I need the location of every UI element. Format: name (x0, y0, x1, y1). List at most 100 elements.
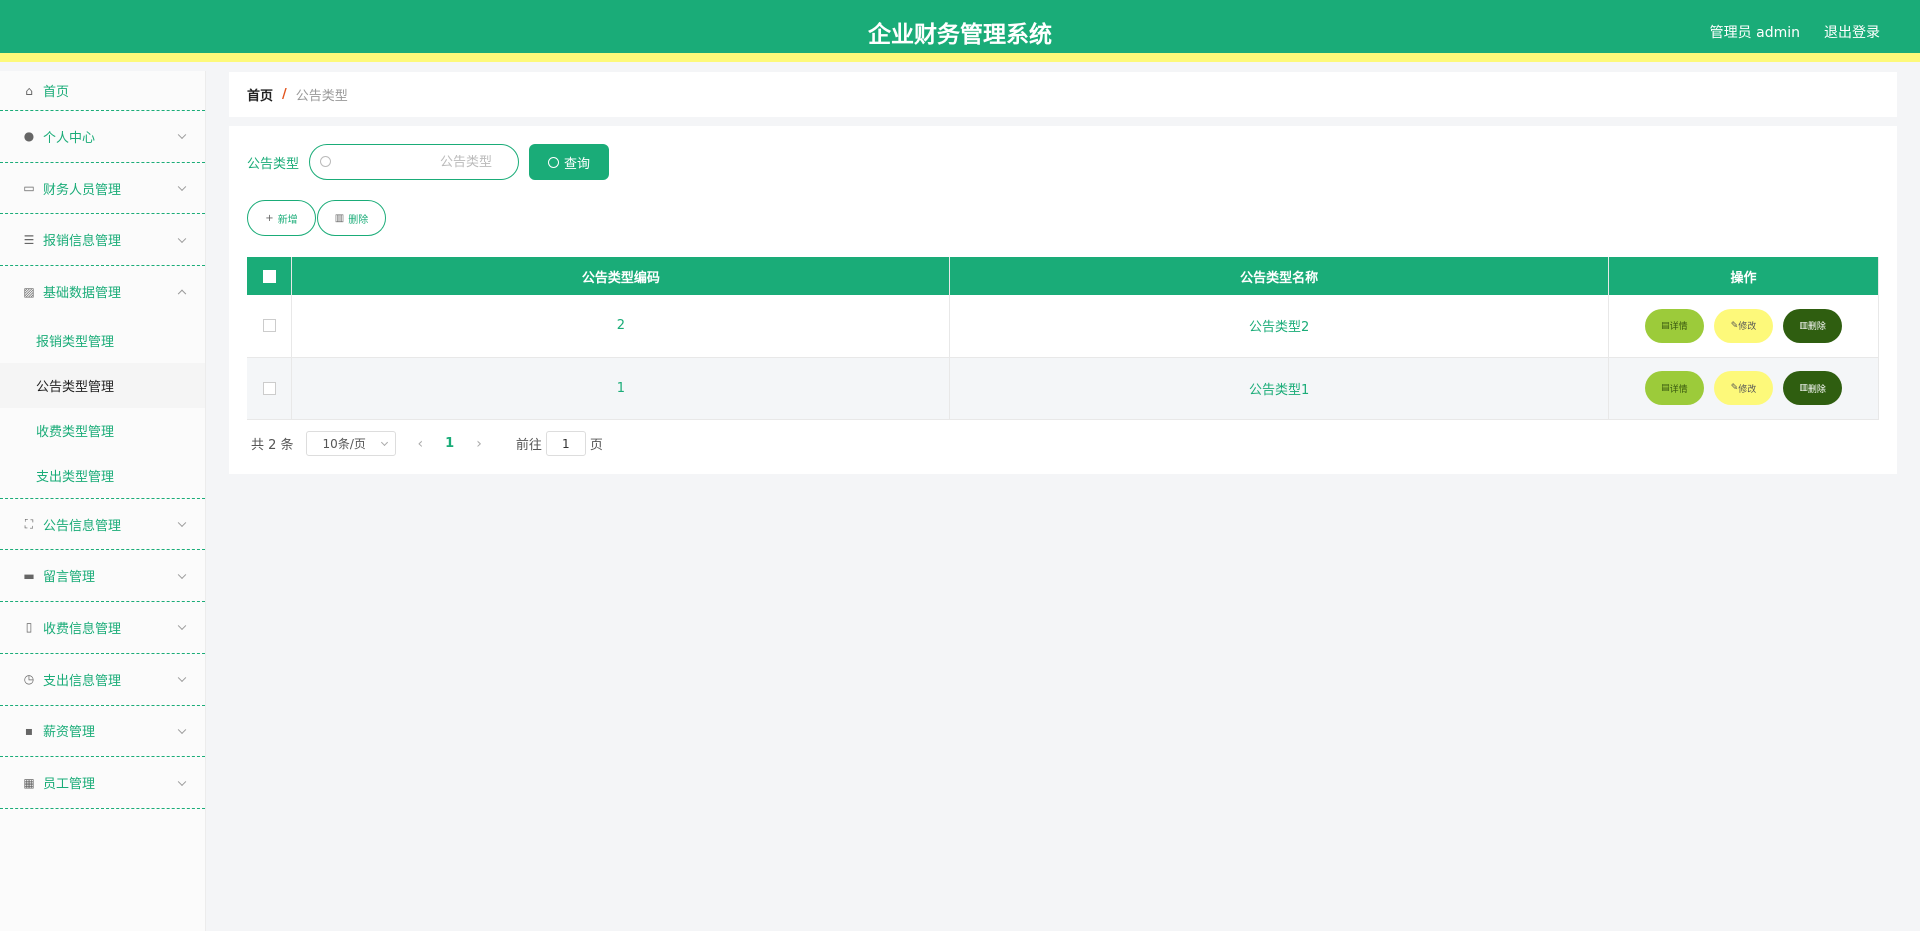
table-header-row: 公告类型编码 公告类型名称 操作 (247, 257, 1879, 295)
query-button[interactable]: 查询 (529, 144, 610, 180)
delete-button-label: 删除 (1807, 322, 1826, 333)
search-field[interactable] (309, 144, 520, 180)
main-content: 公告类型 查询 + 新增 ▥ 删除 公告类型编码 (229, 126, 1897, 474)
select-all-checkbox[interactable] (262, 269, 276, 283)
logout-link[interactable]: 退出登录 (1824, 22, 1880, 42)
column-header-name[interactable]: 公告类型名称 (949, 257, 1610, 295)
search-icon (320, 156, 332, 167)
chevron-down-icon (177, 182, 187, 192)
page-size-select[interactable]: 10条/页 (305, 431, 396, 456)
chevron-down-icon (177, 518, 187, 528)
sidebar-item-label: 个人中心 (43, 130, 96, 146)
sidebar-item-messages[interactable]: ▬ 留言管理 (0, 550, 205, 603)
sidebar-item-label: 财务人员管理 (43, 182, 122, 198)
sidebar-item-label: 支出信息管理 (43, 673, 122, 689)
cell-code: 1 (291, 357, 951, 420)
search-label: 公告类型 (247, 156, 300, 172)
sidebar-item-base-data[interactable]: ▨ 基础数据管理 (0, 266, 205, 318)
page-suffix: 页 (589, 438, 603, 453)
submenu-item-notice-type[interactable]: 公告类型管理 (0, 362, 205, 408)
sidebar-item-employees[interactable]: ▦ 员工管理 (0, 757, 205, 809)
sidebar-item-label: 员工管理 (43, 777, 96, 793)
pagination-total: 共 2 条 (251, 438, 294, 453)
sidebar-item-label: 薪资管理 (43, 725, 96, 741)
user-icon: ● (23, 129, 35, 144)
chevron-down-icon (380, 438, 388, 447)
delete-button-label: 删除 (348, 214, 369, 226)
chevron-down-icon (177, 622, 187, 631)
sidebar-item-label: 公告信息管理 (43, 518, 122, 534)
delete-button[interactable]: ▥ 删除 (1783, 371, 1843, 405)
row-checkbox[interactable] (262, 381, 276, 395)
chevron-up-icon (177, 289, 187, 298)
trash-icon: ▥ (1799, 383, 1808, 393)
sidebar-item-salary[interactable]: ▪ 薪资管理 (0, 706, 205, 758)
message-icon: ▪ (24, 723, 34, 738)
sidebar-item-notice-info[interactable]: ⛶ 公告信息管理 (0, 499, 205, 551)
fullscreen-icon: ⛶ (24, 516, 34, 531)
page-size-value: 10条/页 (322, 437, 366, 451)
add-button[interactable]: + 新增 (247, 200, 316, 236)
edit-button[interactable]: ✎ 修改 (1714, 308, 1774, 343)
sidebar-item-label: 留言管理 (43, 570, 96, 586)
submenu-item-fee-type[interactable]: 收费类型管理 (0, 408, 205, 453)
select-all-cell (247, 257, 293, 295)
submenu-item-expense-type[interactable]: 支出类型管理 (0, 453, 205, 498)
chat-icon: ▭ (23, 181, 35, 196)
search-input[interactable] (310, 154, 519, 170)
edit-button[interactable]: ✎ 修改 (1714, 371, 1774, 405)
sidebar: ⌂ 首页 ● 个人中心 ▭ 财务人员管理 ☰ 报销信息管理 ▨ 基础数据管理 报… (0, 71, 206, 931)
chevron-down-icon (177, 130, 187, 140)
detail-button-label: 详情 (1669, 322, 1688, 333)
cell-actions: ▤ 详情 ✎ 修改 ▥ 删除 (1608, 295, 1879, 358)
column-header-code[interactable]: 公告类型编码 (291, 257, 951, 295)
submenu-item-reimbursement-type[interactable]: 报销类型管理 (0, 318, 205, 363)
app-title: 企业财务管理系统 (868, 22, 1052, 48)
sidebar-item-label: 基础数据管理 (43, 286, 122, 302)
table-row: 1 公告类型1 ▤ 详情 ✎ 修改 ▥ 删除 (247, 357, 1879, 420)
sidebar-item-expense-info[interactable]: ◷ 支出信息管理 (0, 654, 205, 706)
trash-icon: ▥ (334, 212, 345, 224)
ticket-icon: ▬ (23, 568, 35, 583)
grid-icon: ▦ (23, 775, 35, 790)
sidebar-item-label: 首页 (43, 85, 70, 100)
breadcrumb-separator: / (282, 87, 287, 102)
query-button-label: 查询 (564, 156, 591, 172)
detail-button[interactable]: ▤ 详情 (1644, 371, 1704, 405)
chevron-down-icon (177, 725, 187, 734)
mic-icon: ▯ (25, 620, 33, 635)
edit-icon: ✎ (1730, 320, 1739, 331)
detail-button[interactable]: ▤ 详情 (1644, 308, 1704, 343)
row-select-cell (247, 357, 293, 420)
sidebar-item-label: 收费信息管理 (43, 621, 122, 637)
table-row: 2 公告类型2 ▤ 详情 ✎ 修改 ▥ 删除 (247, 295, 1879, 358)
delete-button[interactable]: ▥ 删除 (1783, 308, 1843, 343)
chevron-down-icon (177, 234, 187, 243)
row-checkbox[interactable] (262, 319, 276, 333)
search-row: 公告类型 查询 (247, 144, 610, 180)
chevron-down-icon (177, 777, 187, 786)
column-header-actions: 操作 (1608, 257, 1879, 295)
chevron-down-icon (177, 570, 187, 579)
document-icon: ▤ (1661, 320, 1670, 331)
row-select-cell (247, 295, 293, 358)
next-page-icon[interactable]: › (476, 436, 482, 452)
sidebar-item-profile[interactable]: ● 个人中心 (0, 111, 205, 163)
trash-icon: ▥ (1799, 320, 1808, 331)
detail-button-label: 详情 (1669, 384, 1688, 395)
cell-name: 公告类型2 (949, 295, 1610, 358)
chart-icon: ▨ (23, 284, 35, 299)
sidebar-item-finance-staff[interactable]: ▭ 财务人员管理 (0, 163, 205, 215)
search-icon (548, 156, 559, 168)
sidebar-item-fee-info[interactable]: ▯ 收费信息管理 (0, 602, 205, 654)
page-number[interactable]: 1 (445, 436, 454, 451)
goto-page-input[interactable] (545, 431, 586, 456)
add-button-label: 新增 (277, 214, 298, 226)
breadcrumb-home[interactable]: 首页 (247, 85, 273, 104)
sidebar-item-home[interactable]: ⌂ 首页 (0, 71, 205, 111)
sidebar-item-reimbursement[interactable]: ☰ 报销信息管理 (0, 214, 205, 267)
prev-page-icon[interactable]: ‹ (418, 436, 424, 452)
batch-delete-button[interactable]: ▥ 删除 (317, 200, 386, 236)
edit-button-label: 修改 (1738, 384, 1757, 395)
clock-icon: ◷ (23, 672, 35, 687)
